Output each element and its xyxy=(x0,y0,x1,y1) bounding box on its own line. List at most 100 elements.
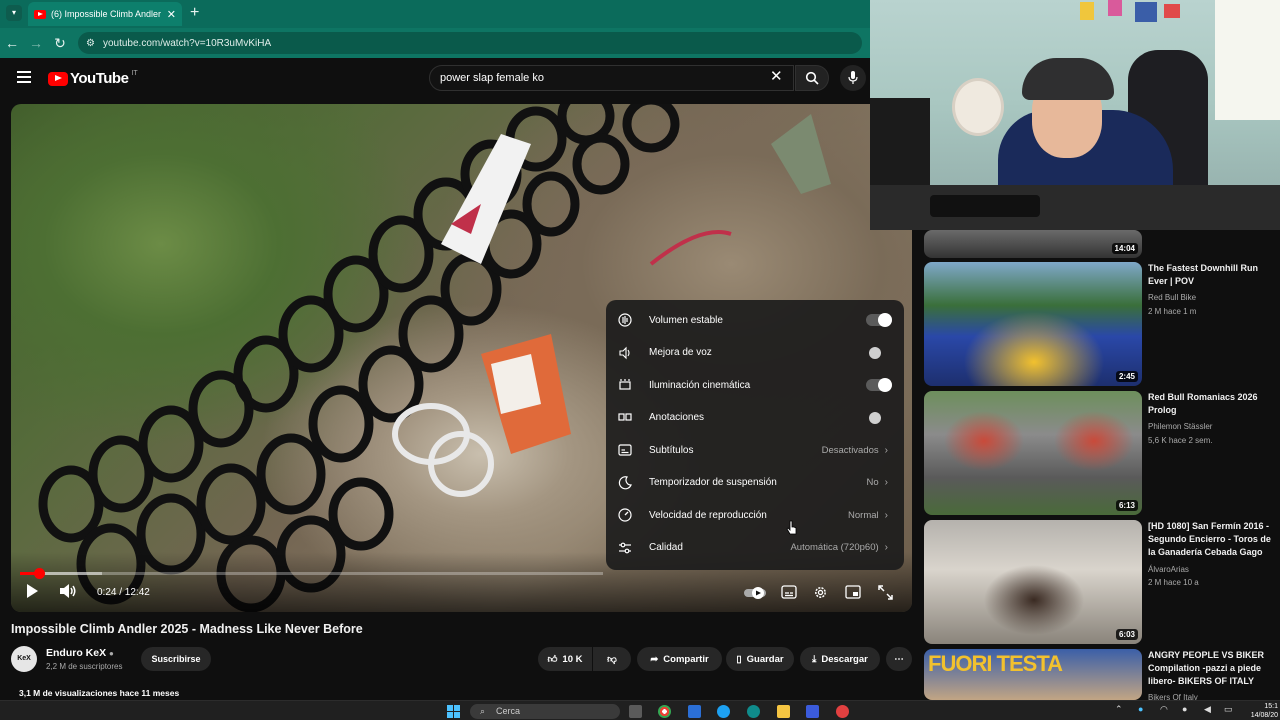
mic-tray-icon[interactable]: ● xyxy=(1182,704,1187,714)
taskbar-search-label: Cerca xyxy=(496,706,521,716)
settings-item[interactable]: Mejora de voz xyxy=(606,337,904,370)
webcam-fan xyxy=(952,78,1004,136)
miniplayer-button[interactable] xyxy=(845,585,861,604)
channel-avatar[interactable]: KeX xyxy=(11,646,37,672)
annotations-icon xyxy=(618,411,632,425)
youtube-logo[interactable]: YouTube IT xyxy=(48,70,138,87)
new-tab-icon[interactable]: + xyxy=(190,4,199,22)
store-icon[interactable] xyxy=(688,705,701,718)
clear-search-icon[interactable]: ✕ xyxy=(770,67,783,85)
recommendation-item[interactable]: 2:45 The Fastest Downhill Run Ever | POV… xyxy=(924,262,1280,386)
autoplay-toggle[interactable] xyxy=(744,586,766,604)
app-icon-3[interactable] xyxy=(836,705,849,718)
settings-toggle[interactable] xyxy=(866,313,892,328)
taskbar-search[interactable]: ⌕ Cerca xyxy=(470,704,620,719)
speaker-icon[interactable]: ◀ xyxy=(1204,704,1211,715)
search-button[interactable] xyxy=(795,65,829,91)
recommendation-thumbnail[interactable]: 14:04 xyxy=(924,230,1142,258)
settings-item[interactable]: Calidad Automática (720p60) › xyxy=(606,532,904,565)
settings-item[interactable]: Volumen estable xyxy=(606,304,904,337)
settings-item-label: Calidad xyxy=(649,542,683,554)
channel-name[interactable]: Enduro KeX ● xyxy=(46,647,114,659)
recommendation-thumbnail[interactable]: 2:45 xyxy=(924,262,1142,386)
settings-item[interactable]: Velocidad de reproducción Normal › xyxy=(606,499,904,532)
thumbs-down-icon: 👎︎ xyxy=(607,654,617,665)
recommendation-title[interactable]: Red Bull Romaniacs 2026 Prolog xyxy=(1148,391,1278,417)
recommendation-item[interactable]: 6:03 [HD 1080] San Fermín 2016 - Segundo… xyxy=(924,520,1280,644)
settings-item[interactable]: Temporizador de suspensión No › xyxy=(606,467,904,500)
recommendation-thumbnail[interactable]: 6:13 xyxy=(924,391,1142,515)
recommendation-title[interactable]: The Fastest Downhill Run Ever | POV xyxy=(1148,262,1278,288)
back-icon[interactable]: ← xyxy=(0,35,24,51)
sleep-timer-icon xyxy=(618,475,632,490)
scrubber-knob[interactable] xyxy=(33,568,45,579)
search-icon: ⌕ xyxy=(480,706,486,716)
recommendation-item[interactable]: 14:04 xyxy=(924,230,1280,258)
fullscreen-button[interactable] xyxy=(878,585,893,605)
share-icon: ➦ xyxy=(650,653,659,665)
download-label: Descargar xyxy=(821,653,868,665)
dislike-button[interactable]: 👎︎ xyxy=(593,647,631,671)
site-info-icon[interactable]: ⚙ xyxy=(86,38,95,49)
country-code: IT xyxy=(131,70,138,77)
share-button[interactable]: ➦ Compartir xyxy=(637,647,722,671)
settings-item[interactable]: Subtítulos Desactivados › xyxy=(606,434,904,467)
play-button[interactable] xyxy=(25,583,39,604)
save-label: Guardar xyxy=(746,653,784,665)
duration-badge: 6:03 xyxy=(1115,629,1138,640)
settings-item[interactable]: Anotaciones xyxy=(606,402,904,435)
save-button[interactable]: ▯ Guardar xyxy=(726,647,794,671)
voice-boost-icon xyxy=(618,346,632,360)
tab-close-icon[interactable]: ✕ xyxy=(167,8,176,21)
recommendation-title[interactable]: ANGRY PEOPLE VS BIKER Compilation -pazzi… xyxy=(1148,649,1278,688)
like-button[interactable]: 👍︎ 10 K xyxy=(538,647,592,671)
wifi-icon[interactable]: ◠ xyxy=(1160,704,1168,715)
download-button[interactable]: ⤓ Descargar xyxy=(800,647,880,671)
search-input[interactable]: power slap female ko xyxy=(429,65,794,91)
tray-chevron-icon[interactable]: ⌃ xyxy=(1115,704,1123,715)
app-icon[interactable] xyxy=(717,705,730,718)
edge-icon[interactable] xyxy=(747,705,760,718)
recommendation-title[interactable]: [HD 1080] San Fermín 2016 - Segundo Enci… xyxy=(1148,520,1278,559)
more-actions-button[interactable]: ⋯ xyxy=(886,647,912,671)
app-icon-2[interactable] xyxy=(806,705,819,718)
settings-toggle[interactable] xyxy=(866,411,892,424)
reload-icon[interactable]: ↻ xyxy=(48,35,72,52)
mute-button[interactable] xyxy=(59,583,77,604)
settings-item[interactable]: Iluminación cinemática xyxy=(606,369,904,402)
recommendation-item[interactable]: FUORI TESTA ANGRY PEOPLE VS BIKER Compil… xyxy=(924,649,1280,700)
address-bar[interactable]: ⚙ youtube.com/watch?v=10R3uMvKiHA xyxy=(78,32,862,54)
search-icon xyxy=(805,71,819,85)
recommendation-thumbnail[interactable]: FUORI TESTA xyxy=(924,649,1142,700)
menu-icon[interactable] xyxy=(17,71,31,86)
task-view-icon[interactable] xyxy=(629,705,642,718)
windows-start-icon[interactable] xyxy=(447,705,460,718)
fullscreen-icon xyxy=(878,585,893,600)
settings-toggle[interactable] xyxy=(866,378,892,393)
url-text: youtube.com/watch?v=10R3uMvKiHA xyxy=(102,37,272,49)
forward-icon[interactable]: → xyxy=(24,35,48,51)
settings-button[interactable] xyxy=(813,585,828,605)
chrome-icon[interactable] xyxy=(658,705,671,718)
settings-item-label: Mejora de voz xyxy=(649,347,712,359)
recommendation-thumbnail[interactable]: 6:03 xyxy=(924,520,1142,644)
browser-tab[interactable]: (6) Impossible Climb Andler 20... ✕ xyxy=(28,2,182,26)
recommendation-item[interactable]: 6:13 Red Bull Romaniacs 2026 Prolog Phil… xyxy=(924,391,1280,515)
settings-toggle[interactable] xyxy=(866,346,892,359)
progress-bar[interactable] xyxy=(20,568,603,579)
youtube-favicon-icon xyxy=(34,9,46,19)
thumbs-up-icon: 👍︎ xyxy=(547,654,558,665)
file-explorer-icon[interactable] xyxy=(777,705,790,718)
recommendations-sidebar: 14:04 2:45 The Fastest Downhill Run Ever… xyxy=(924,230,1280,700)
taskbar-clock[interactable]: 15:1 14/08/20 xyxy=(1251,702,1278,720)
tray-app-icon[interactable]: ● xyxy=(1138,704,1143,714)
miniplayer-icon xyxy=(845,585,861,599)
subtitles-button[interactable] xyxy=(781,585,797,604)
tab-search-icon[interactable]: ▾ xyxy=(6,5,22,21)
ambient-mode-icon xyxy=(618,378,632,392)
like-count: 10 K xyxy=(562,653,583,665)
voice-search-button[interactable] xyxy=(840,65,866,91)
subscribe-button[interactable]: Suscribirse xyxy=(141,647,211,671)
battery-icon[interactable]: ▭ xyxy=(1224,704,1233,715)
time-display: 0:24 / 12:42 xyxy=(97,587,150,598)
